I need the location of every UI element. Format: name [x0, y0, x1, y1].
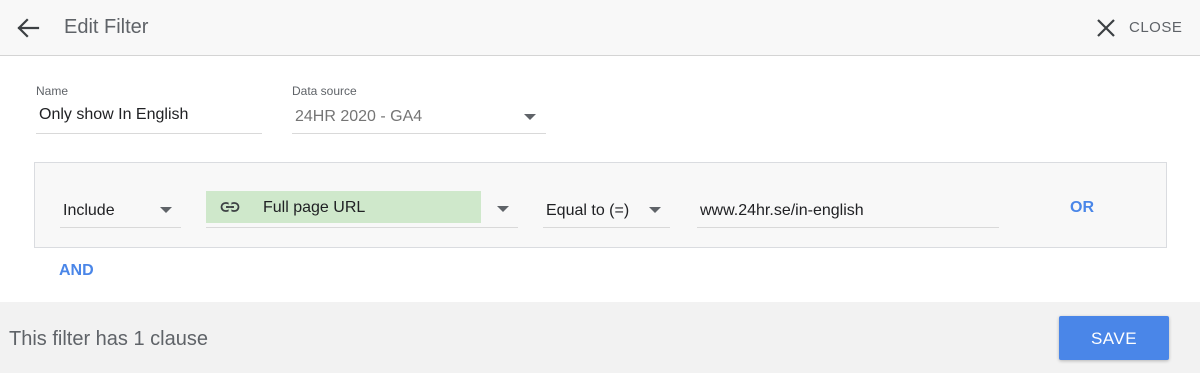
- dimension-value: Full page URL: [263, 199, 366, 216]
- and-button[interactable]: AND: [59, 262, 94, 280]
- include-value: Include: [63, 202, 115, 219]
- name-label: Name: [36, 84, 69, 98]
- save-label: SAVE: [1090, 329, 1138, 348]
- save-button[interactable]: SAVE: [1059, 316, 1169, 360]
- match-value-input[interactable]: www.24hr.se/in-english: [697, 193, 999, 228]
- condition-select[interactable]: Equal to (=): [543, 193, 670, 228]
- link-icon: [220, 202, 240, 212]
- data-source-value: 24HR 2020 - GA4: [295, 108, 423, 125]
- dialog-title: Edit Filter: [64, 16, 149, 38]
- chevron-down-icon: [160, 207, 172, 213]
- condition-value: Equal to (=): [546, 202, 630, 219]
- close-button[interactable]: CLOSE: [1094, 14, 1194, 42]
- data-source-label: Data source: [292, 84, 357, 98]
- chevron-down-icon: [524, 114, 536, 120]
- dimension-select[interactable]: Full page URL: [206, 191, 518, 228]
- name-input-value: Only show In English: [39, 106, 189, 123]
- clause-count-status: This filter has 1 clause: [9, 328, 208, 350]
- back-button[interactable]: [14, 14, 42, 42]
- include-select[interactable]: Include: [60, 193, 181, 228]
- filter-clause: Include Full page URL Equal to (=) www.2…: [34, 162, 1167, 248]
- or-button[interactable]: OR: [1070, 199, 1094, 217]
- chevron-down-icon: [649, 207, 661, 213]
- chevron-down-icon: [497, 206, 509, 212]
- dialog-footer: This filter has 1 clause SAVE: [0, 302, 1200, 373]
- name-input[interactable]: Only show In English: [36, 100, 262, 134]
- data-source-select[interactable]: 24HR 2020 - GA4: [292, 100, 546, 134]
- close-icon: [1097, 19, 1115, 37]
- dialog-header: Edit Filter CLOSE: [0, 0, 1200, 56]
- match-value: www.24hr.se/in-english: [700, 202, 864, 219]
- dimension-chip: Full page URL: [206, 191, 481, 223]
- arrow-back-icon: [17, 18, 40, 38]
- close-label: CLOSE: [1129, 19, 1183, 36]
